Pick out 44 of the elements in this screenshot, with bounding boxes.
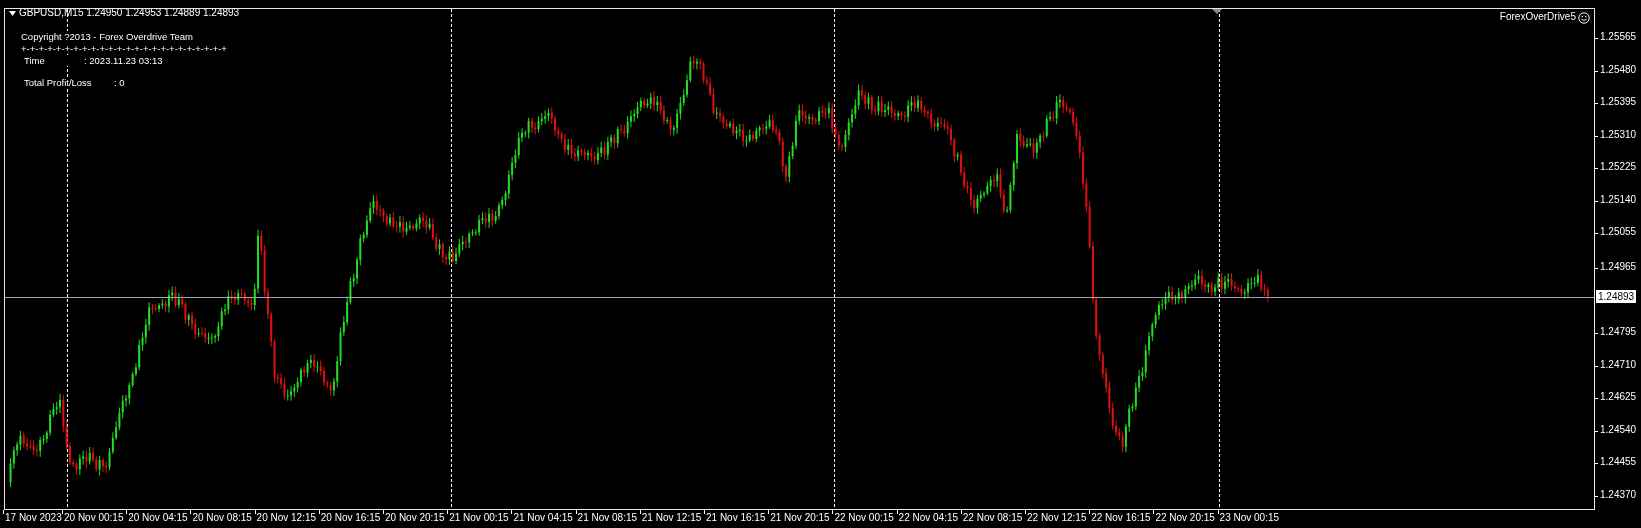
time-tick: 21 Nov 00:15 xyxy=(449,512,509,523)
time-tick: 20 Nov 08:15 xyxy=(192,512,252,523)
symbol-quote: GBPUSD,M15 1.24950 1.24953 1.24889 1.24893 xyxy=(19,9,240,18)
time-tick: 20 Nov 04:15 xyxy=(128,512,188,523)
price-tick: 1.24455 xyxy=(1600,456,1637,468)
copyright-text: Copyright ?2013 - Forex Overdrive Team xyxy=(21,31,193,42)
time-tick: 20 Nov 12:15 xyxy=(256,512,317,523)
price-tick: 1.24540 xyxy=(1600,423,1637,435)
time-tick: 22 Nov 00:15 xyxy=(834,512,894,523)
price-tick: 1.25310 xyxy=(1600,128,1637,140)
time-tick: 22 Nov 08:15 xyxy=(962,512,1023,523)
price-tick: 1.25140 xyxy=(1600,193,1637,205)
time-tick: 21 Nov 08:15 xyxy=(577,512,638,523)
time-tick: 23 Nov 00:15 xyxy=(1219,512,1280,523)
time-tick: 20 Nov 00:15 xyxy=(64,512,124,523)
current-price-label: 1.24893 xyxy=(1596,289,1637,303)
time-tick: 17 Nov 2023 xyxy=(5,512,62,523)
price-tick: 1.25395 xyxy=(1600,96,1637,108)
time-tick: 20 Nov 16:15 xyxy=(320,512,381,523)
smiley-icon xyxy=(1578,12,1590,24)
caret-icon xyxy=(9,11,16,16)
price-tick: 1.25055 xyxy=(1600,226,1637,238)
profit-loss-value: : 0 xyxy=(114,77,125,88)
price-tick: 1.24370 xyxy=(1600,489,1637,500)
time-tick: 21 Nov 16:15 xyxy=(706,512,766,523)
time-tick: 21 Nov 12:15 xyxy=(641,512,702,523)
time-tick: 22 Nov 16:15 xyxy=(1091,512,1151,523)
time-value: : 2023.11.23 03:13 xyxy=(84,55,163,66)
price-tick: 1.25480 xyxy=(1600,63,1637,75)
price-tick: 1.24795 xyxy=(1600,326,1637,338)
price-tick: 1.25565 xyxy=(1600,31,1637,42)
time-tick: 20 Nov 20:15 xyxy=(385,512,445,523)
price-tick: 1.24965 xyxy=(1600,260,1637,272)
price-tick: 1.24710 xyxy=(1600,358,1637,370)
price-tick: 1.24625 xyxy=(1600,391,1637,403)
price-tick: 1.25225 xyxy=(1600,161,1637,173)
shift-marker-icon xyxy=(1212,9,1222,14)
time-tick: 21 Nov 20:15 xyxy=(770,512,830,523)
time-tick: 21 Nov 04:15 xyxy=(513,512,573,523)
separator-text: +-+-+-+-+-+-+-+-+-+-+-+-+-+-+-+-+-+-+-+-+-+-+-+ xyxy=(21,43,227,54)
time-tick: 22 Nov 12:15 xyxy=(1027,512,1087,523)
time-tick: 22 Nov 04:15 xyxy=(898,512,959,523)
indicator-name: ForexOverDrive5 xyxy=(1499,11,1576,22)
time-tick: 22 Nov 20:15 xyxy=(1155,512,1215,523)
